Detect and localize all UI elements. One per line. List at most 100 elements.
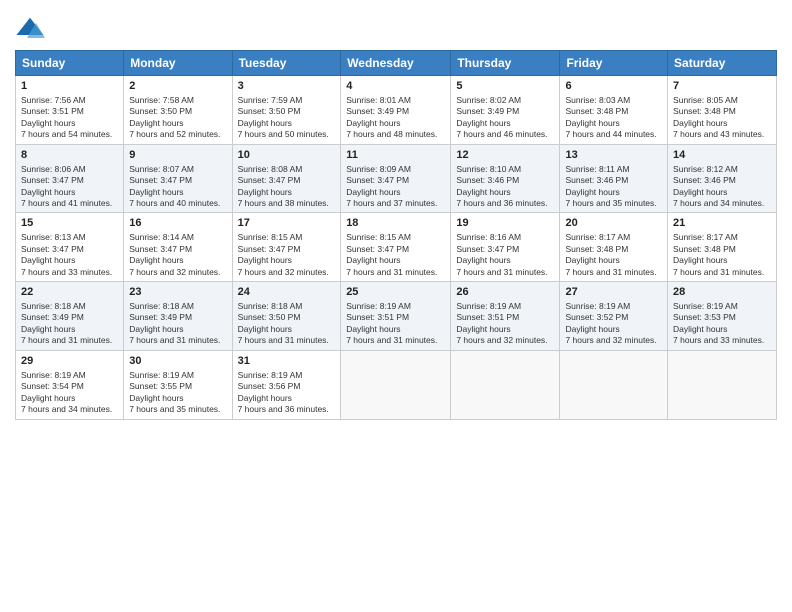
sunrise-label: Sunrise: 8:15 AM bbox=[346, 232, 411, 242]
day-number: 5 bbox=[456, 79, 554, 94]
calendar-week-2: 8 Sunrise: 8:06 AM Sunset: 3:47 PM Dayli… bbox=[16, 144, 777, 213]
daylight-value: 7 hours and 35 minutes. bbox=[129, 404, 220, 414]
sunrise-label: Sunrise: 8:09 AM bbox=[346, 164, 411, 174]
sunrise-label: Sunrise: 8:01 AM bbox=[346, 95, 411, 105]
sunrise-label: Sunrise: 8:05 AM bbox=[673, 95, 738, 105]
daylight-value: 7 hours and 36 minutes. bbox=[456, 198, 547, 208]
sunset-label: Sunset: 3:49 PM bbox=[129, 312, 192, 322]
daylight-label: Daylight hours bbox=[21, 118, 75, 128]
sunrise-label: Sunrise: 8:08 AM bbox=[238, 164, 303, 174]
sunset-label: Sunset: 3:48 PM bbox=[565, 106, 628, 116]
day-number: 13 bbox=[565, 148, 662, 163]
calendar-cell: 24 Sunrise: 8:18 AM Sunset: 3:50 PM Dayl… bbox=[232, 282, 341, 351]
day-number: 1 bbox=[21, 79, 118, 94]
daylight-label: Daylight hours bbox=[129, 187, 183, 197]
sunset-label: Sunset: 3:49 PM bbox=[346, 106, 409, 116]
daylight-value: 7 hours and 31 minutes. bbox=[565, 267, 656, 277]
calendar-cell: 14 Sunrise: 8:12 AM Sunset: 3:46 PM Dayl… bbox=[668, 144, 777, 213]
sunrise-label: Sunrise: 8:14 AM bbox=[129, 232, 194, 242]
sunrise-label: Sunrise: 8:13 AM bbox=[21, 232, 86, 242]
sunrise-label: Sunrise: 8:10 AM bbox=[456, 164, 521, 174]
calendar-cell: 16 Sunrise: 8:14 AM Sunset: 3:47 PM Dayl… bbox=[124, 213, 232, 282]
weekday-header-wednesday: Wednesday bbox=[341, 51, 451, 76]
daylight-label: Daylight hours bbox=[565, 187, 619, 197]
weekday-header-saturday: Saturday bbox=[668, 51, 777, 76]
sunrise-label: Sunrise: 7:56 AM bbox=[21, 95, 86, 105]
daylight-label: Daylight hours bbox=[673, 324, 727, 334]
daylight-value: 7 hours and 41 minutes. bbox=[21, 198, 112, 208]
header bbox=[15, 10, 777, 44]
calendar-cell: 31 Sunrise: 8:19 AM Sunset: 3:56 PM Dayl… bbox=[232, 350, 341, 419]
calendar-cell bbox=[341, 350, 451, 419]
daylight-value: 7 hours and 31 minutes. bbox=[673, 267, 764, 277]
calendar-cell: 26 Sunrise: 8:19 AM Sunset: 3:51 PM Dayl… bbox=[451, 282, 560, 351]
day-number: 20 bbox=[565, 216, 662, 231]
sunset-label: Sunset: 3:49 PM bbox=[456, 106, 519, 116]
day-number: 3 bbox=[238, 79, 336, 94]
daylight-label: Daylight hours bbox=[673, 118, 727, 128]
day-number: 14 bbox=[673, 148, 771, 163]
day-number: 8 bbox=[21, 148, 118, 163]
day-number: 11 bbox=[346, 148, 445, 163]
daylight-value: 7 hours and 31 minutes. bbox=[346, 335, 437, 345]
day-number: 28 bbox=[673, 285, 771, 300]
daylight-value: 7 hours and 33 minutes. bbox=[21, 267, 112, 277]
day-number: 24 bbox=[238, 285, 336, 300]
calendar-cell: 18 Sunrise: 8:15 AM Sunset: 3:47 PM Dayl… bbox=[341, 213, 451, 282]
sunset-label: Sunset: 3:48 PM bbox=[673, 244, 736, 254]
sunrise-label: Sunrise: 8:17 AM bbox=[565, 232, 630, 242]
day-number: 6 bbox=[565, 79, 662, 94]
daylight-value: 7 hours and 44 minutes. bbox=[565, 129, 656, 139]
daylight-value: 7 hours and 37 minutes. bbox=[346, 198, 437, 208]
page: SundayMondayTuesdayWednesdayThursdayFrid… bbox=[0, 0, 792, 612]
day-number: 15 bbox=[21, 216, 118, 231]
calendar-cell: 17 Sunrise: 8:15 AM Sunset: 3:47 PM Dayl… bbox=[232, 213, 341, 282]
calendar-cell: 6 Sunrise: 8:03 AM Sunset: 3:48 PM Dayli… bbox=[560, 76, 668, 145]
daylight-label: Daylight hours bbox=[346, 324, 400, 334]
daylight-label: Daylight hours bbox=[346, 118, 400, 128]
sunset-label: Sunset: 3:47 PM bbox=[129, 244, 192, 254]
daylight-label: Daylight hours bbox=[129, 118, 183, 128]
calendar-cell: 4 Sunrise: 8:01 AM Sunset: 3:49 PM Dayli… bbox=[341, 76, 451, 145]
calendar-cell: 13 Sunrise: 8:11 AM Sunset: 3:46 PM Dayl… bbox=[560, 144, 668, 213]
sunset-label: Sunset: 3:50 PM bbox=[238, 106, 301, 116]
sunset-label: Sunset: 3:54 PM bbox=[21, 381, 84, 391]
sunrise-label: Sunrise: 8:11 AM bbox=[565, 164, 629, 174]
daylight-label: Daylight hours bbox=[456, 118, 510, 128]
calendar-cell bbox=[451, 350, 560, 419]
sunrise-label: Sunrise: 8:19 AM bbox=[129, 370, 194, 380]
day-number: 9 bbox=[129, 148, 226, 163]
daylight-value: 7 hours and 50 minutes. bbox=[238, 129, 329, 139]
calendar-cell: 21 Sunrise: 8:17 AM Sunset: 3:48 PM Dayl… bbox=[668, 213, 777, 282]
daylight-value: 7 hours and 31 minutes. bbox=[21, 335, 112, 345]
daylight-label: Daylight hours bbox=[238, 187, 292, 197]
calendar-cell: 8 Sunrise: 8:06 AM Sunset: 3:47 PM Dayli… bbox=[16, 144, 124, 213]
daylight-value: 7 hours and 32 minutes. bbox=[565, 335, 656, 345]
daylight-label: Daylight hours bbox=[673, 255, 727, 265]
calendar-cell: 9 Sunrise: 8:07 AM Sunset: 3:47 PM Dayli… bbox=[124, 144, 232, 213]
calendar-cell: 10 Sunrise: 8:08 AM Sunset: 3:47 PM Dayl… bbox=[232, 144, 341, 213]
weekday-header-sunday: Sunday bbox=[16, 51, 124, 76]
day-number: 26 bbox=[456, 285, 554, 300]
daylight-label: Daylight hours bbox=[21, 187, 75, 197]
sunset-label: Sunset: 3:46 PM bbox=[565, 175, 628, 185]
day-number: 25 bbox=[346, 285, 445, 300]
sunset-label: Sunset: 3:51 PM bbox=[456, 312, 519, 322]
calendar-cell bbox=[560, 350, 668, 419]
sunset-label: Sunset: 3:50 PM bbox=[129, 106, 192, 116]
daylight-label: Daylight hours bbox=[565, 118, 619, 128]
sunrise-label: Sunrise: 8:03 AM bbox=[565, 95, 630, 105]
sunrise-label: Sunrise: 8:16 AM bbox=[456, 232, 521, 242]
day-number: 29 bbox=[21, 354, 118, 369]
calendar-cell: 30 Sunrise: 8:19 AM Sunset: 3:55 PM Dayl… bbox=[124, 350, 232, 419]
weekday-header-friday: Friday bbox=[560, 51, 668, 76]
daylight-label: Daylight hours bbox=[129, 324, 183, 334]
daylight-label: Daylight hours bbox=[456, 324, 510, 334]
sunset-label: Sunset: 3:46 PM bbox=[456, 175, 519, 185]
daylight-value: 7 hours and 40 minutes. bbox=[129, 198, 220, 208]
daylight-label: Daylight hours bbox=[565, 324, 619, 334]
sunset-label: Sunset: 3:48 PM bbox=[565, 244, 628, 254]
daylight-label: Daylight hours bbox=[238, 118, 292, 128]
day-number: 17 bbox=[238, 216, 336, 231]
sunrise-label: Sunrise: 8:19 AM bbox=[346, 301, 411, 311]
